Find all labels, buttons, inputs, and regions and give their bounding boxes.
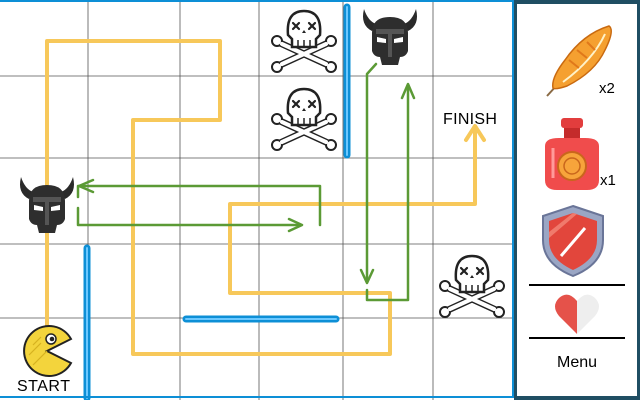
skull-crossbones-icon [272,11,336,72]
panel-divider [529,337,625,339]
board-grid [0,0,514,400]
skull-crossbones-icon [440,256,504,317]
player-route [45,39,486,356]
viking-helmet-icon [20,177,74,233]
pacman-icon [23,325,73,377]
inventory-panel: x2 x1 Menu [514,0,640,400]
menu-button[interactable]: Menu [517,354,637,372]
heart-icon [555,294,599,334]
game-board-overlay [0,0,514,400]
feather-count: x2 [599,80,615,97]
start-label: START [17,378,71,395]
potion-count: x1 [600,172,616,189]
enemy-route [76,62,416,302]
panel-divider [529,284,625,286]
viking-helmet-icon [363,9,417,65]
skull-crossbones-icon [272,89,336,150]
potion-icon[interactable] [539,116,605,192]
finish-label: FINISH [443,111,498,128]
shield-icon[interactable] [541,204,605,278]
